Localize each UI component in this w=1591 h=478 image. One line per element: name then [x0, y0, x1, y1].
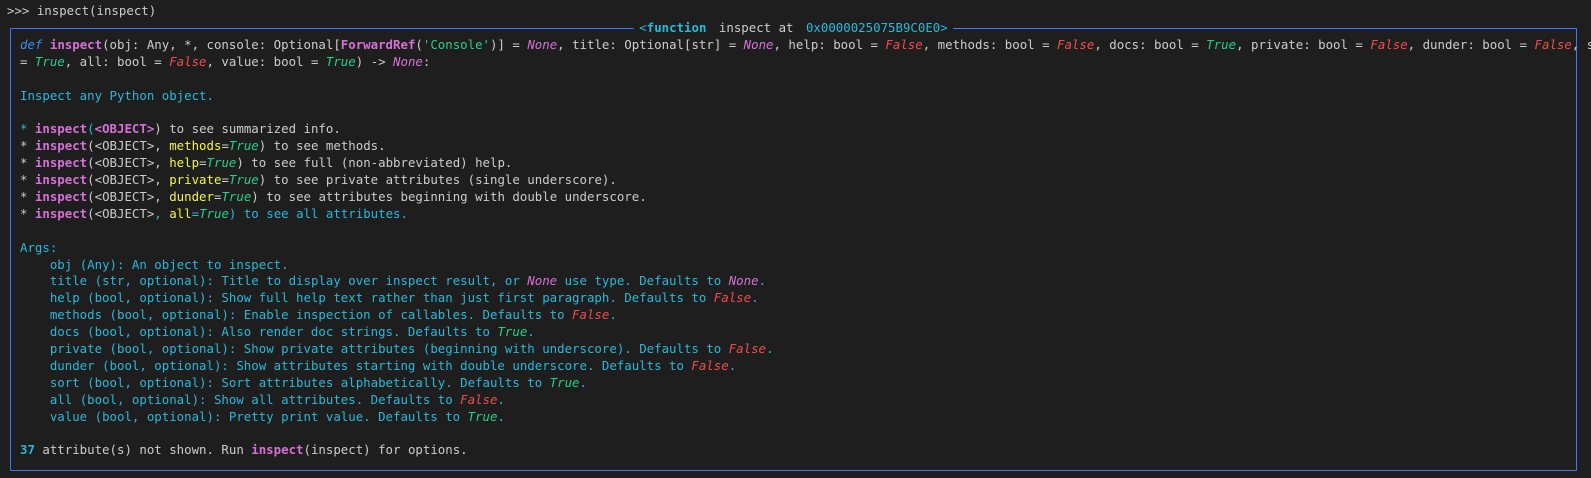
usage-line-5: * inspect(<OBJECT>, dunder=True) to see … [20, 189, 647, 205]
inspect-output-panel: <function inspect at 0x0000025075B9C0E0>… [10, 20, 1591, 471]
arg-value: value (bool, optional): Pretty print val… [20, 408, 505, 424]
docstring-summary: Inspect any Python object. [20, 87, 214, 103]
arg-private: private (bool, optional): Show private a… [20, 341, 774, 357]
repl-command-line: >>> inspect(inspect) [7, 3, 157, 18]
arg-docs: docs (bool, optional): Also render doc s… [20, 324, 535, 340]
signature-line-1: def inspect(obj: Any, *, console: Option… [20, 37, 1591, 52]
hidden-attribute-count: 37 [20, 442, 35, 458]
arg-help: help (bool, optional): Show full help te… [20, 290, 759, 306]
signature-line-2: = True, all: bool = False, value: bool =… [20, 53, 431, 69]
panel-title: <function inspect at 0x0000025075B9C0E0> [11, 19, 1576, 37]
args-header: Args: [20, 239, 58, 255]
usage-line-6: * inspect(<OBJECT>, all=True) to see all… [20, 205, 408, 221]
panel-content: def inspect(obj: Any, *, console: Option… [20, 37, 1591, 459]
usage-line-2: * inspect(<OBJECT>, methods=True) to see… [20, 138, 386, 154]
arg-methods: methods (bool, optional): Enable inspect… [20, 307, 617, 323]
usage-line-4: * inspect(<OBJECT>, private=True) to see… [20, 172, 617, 188]
arg-title: title (str, optional): Title to display … [20, 273, 767, 289]
arg-dunder: dunder (bool, optional): Show attributes… [20, 357, 737, 373]
footer-line: 37 attribute(s) not shown. Run inspect(i… [20, 442, 468, 458]
usage-line-1: * inspect(<OBJECT>) to see summarized in… [20, 121, 341, 137]
arg-all: all (bool, optional): Show all attribute… [20, 391, 505, 407]
memory-address: 0x0000025075B9C0E0 [805, 20, 941, 35]
usage-line-3: * inspect(<OBJECT>, help=True) to see fu… [20, 155, 513, 171]
arg-sort: sort (bool, optional): Sort attributes a… [20, 374, 587, 390]
arg-obj: obj (Any): An object to inspect. [20, 256, 289, 272]
title-keyword: function [646, 20, 707, 35]
